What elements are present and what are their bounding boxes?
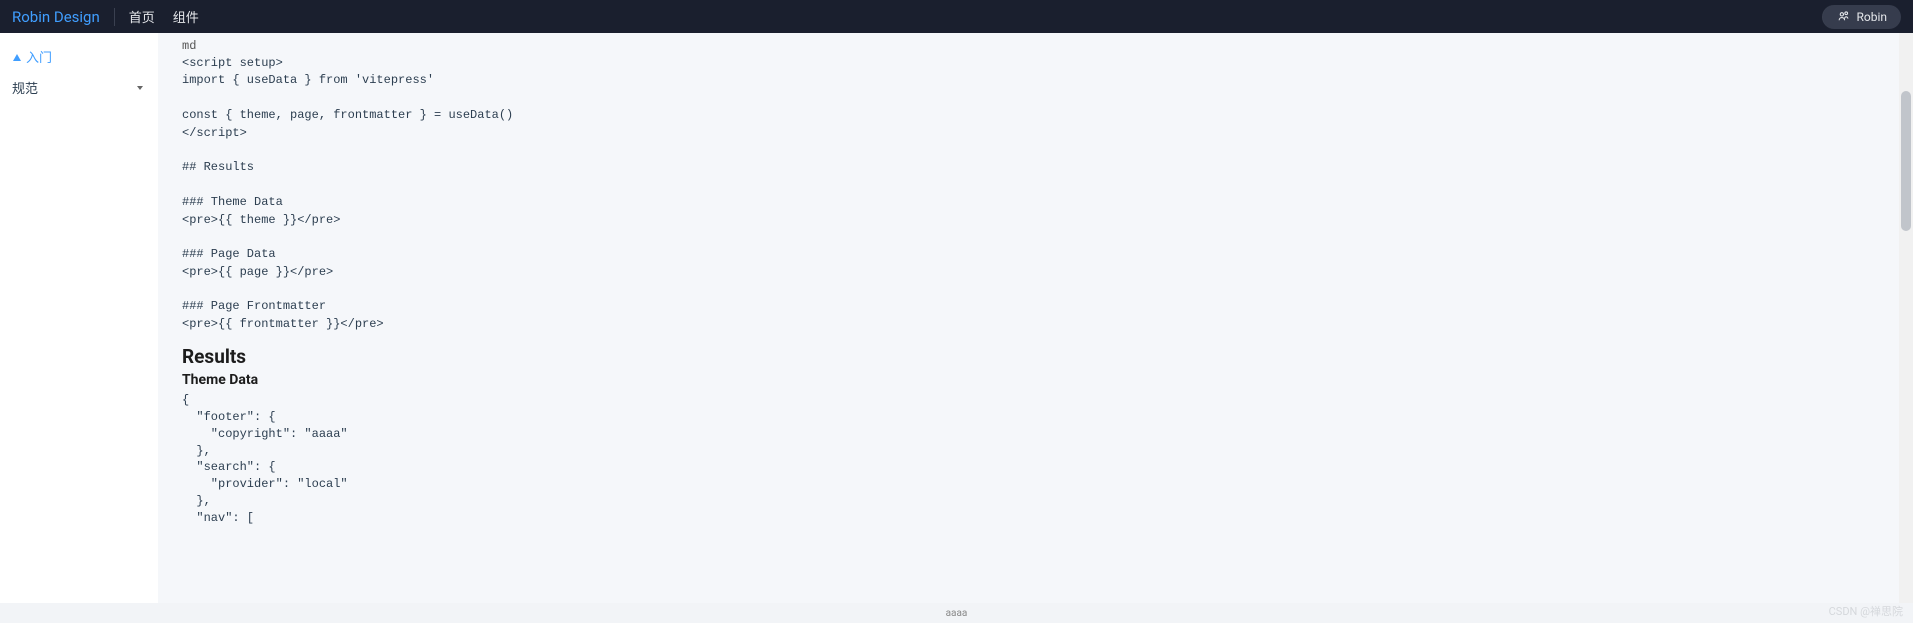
nav-links: 首页 组件 [129, 7, 199, 26]
user-label: Robin [1856, 10, 1887, 24]
user-icon [1837, 10, 1850, 23]
nav-link-home[interactable]: 首页 [129, 7, 155, 26]
results-heading: Results [182, 345, 1889, 368]
sidebar-item-intro[interactable]: 入门 [0, 41, 158, 72]
triangle-icon [12, 52, 22, 62]
header-right: Robin [1810, 5, 1901, 29]
theme-data-heading: Theme Data [182, 372, 1889, 388]
scrollbar-thumb[interactable] [1901, 91, 1911, 231]
sidebar-item-label: 规范 [12, 78, 38, 97]
app-header: Robin Design 首页 组件 Robin [0, 0, 1913, 33]
theme-json-block: { "footer": { "copyright": "aaaa" }, "se… [182, 392, 1889, 526]
sidebar: 入门 规范 [0, 33, 158, 603]
footer-text: aaaa [946, 608, 968, 619]
sidebar-item-label: 入门 [26, 47, 52, 66]
sidebar-item-spec[interactable]: 规范 [0, 72, 158, 103]
brand-title[interactable]: Robin Design [12, 8, 115, 26]
scrollbar-track[interactable] [1899, 33, 1913, 603]
footer: aaaa [0, 603, 1913, 623]
content-area[interactable]: md <script setup> import { useData } fro… [158, 33, 1913, 603]
chevron-down-icon [134, 82, 146, 94]
md-label: md [182, 39, 1889, 53]
user-button[interactable]: Robin [1822, 5, 1901, 29]
code-block: <script setup> import { useData } from '… [182, 55, 1889, 333]
header-left: Robin Design 首页 组件 [12, 7, 199, 26]
body-wrap: 入门 规范 md <script setup> import { useData… [0, 33, 1913, 603]
nav-link-components[interactable]: 组件 [173, 7, 199, 26]
